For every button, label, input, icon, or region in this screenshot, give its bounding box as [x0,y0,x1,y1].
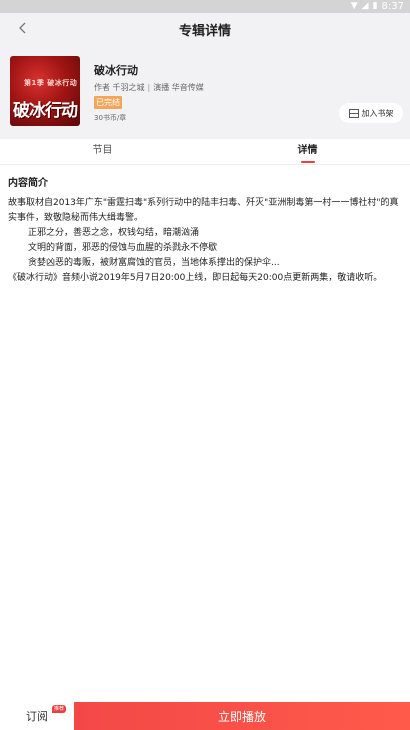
album-cover[interactable]: 第1季 破冰行动 破冰行动 [10,56,80,126]
tab-episodes[interactable]: 节目 [0,139,205,164]
chevron-left-icon [19,22,26,34]
cover-subtitle: 第1季 破冰行动 [24,79,78,87]
author-name[interactable]: 千羽之城 [113,83,145,92]
tab-details[interactable]: 详情 [205,139,410,164]
status-badge: 已完结 [94,96,122,109]
status-time: 8:37 [381,1,404,12]
intro-paragraph: 正邪之分，善恶之念，权钱勾结，暗潮汹涌 [28,228,200,238]
intro-heading: 内容简介 [8,178,48,189]
page-title: 专辑详情 [178,23,231,39]
battery-icon: ▮ [372,1,378,11]
play-now-label: 立即播放 [217,709,266,724]
recommend-badge: 推荐 [52,705,67,713]
top-bar: 专辑详情 [0,13,410,45]
cover-title: 破冰行动 [13,101,78,121]
status-bar: ▼ ◢ ▮ 8:37 [0,0,410,13]
narrator-label: 演播 [153,83,170,92]
add-to-shelf-button[interactable]: 加入书架 [339,103,403,123]
author-label: 作者 [94,83,110,92]
album-meta: 作者 千羽之城 | 演播 华音传媒 [94,83,204,92]
tab-details-label: 详情 [297,145,318,156]
intro-paragraph: 故事取材自2013年广东"雷霆扫毒"系列行动中的陆丰扫毒、歼灭"亚洲制毒第一村一… [8,198,399,223]
bookshelf-icon [348,108,359,118]
intro-paragraph: 贪婪凶恶的毒贩，被财富腐蚀的官员，当地体系撑出的保护伞... [28,258,280,268]
album-header: 第1季 破冰行动 破冰行动 破冰行动 作者 千羽之城 | 演播 华音传媒 已完结 3… [0,45,410,139]
subscribe-button[interactable]: 订阅 推荐 [0,702,74,730]
add-to-shelf-label: 加入书架 [361,108,394,118]
tab-episodes-label: 节目 [92,145,113,156]
intro-paragraph: 文明的背面，邪恶的侵蚀与血腥的杀戮永不停歇 [28,243,218,253]
album-price: 30书币/章 [94,114,127,122]
album-detail-page: ▼ ◢ ▮ 8:37 专辑详情 第1季 破冰行动 破冰行动 破冰行动 作者 千羽… [0,0,410,730]
bottom-action-bar: 订阅 推荐 立即播放 [0,702,410,730]
signal-icon: ◢ [361,1,369,11]
active-tab-indicator [300,161,315,163]
intro-section: 内容简介 故事取材自2013年广东"雷霆扫毒"系列行动中的陆丰扫毒、歼灭"亚洲制… [8,174,400,286]
narrator-name[interactable]: 华音传媒 [172,83,204,92]
intro-paragraph: 《破冰行动》音频小说2019年5月7日20:00上线，即日起每天20:00点更新… [8,273,383,283]
play-now-button[interactable]: 立即播放 [74,702,410,730]
subscribe-label: 订阅 [26,710,48,723]
back-button[interactable] [12,17,34,39]
tab-bar: 节目 详情 [0,139,410,165]
album-name: 破冰行动 [94,64,138,77]
wifi-icon: ▼ [350,1,358,11]
